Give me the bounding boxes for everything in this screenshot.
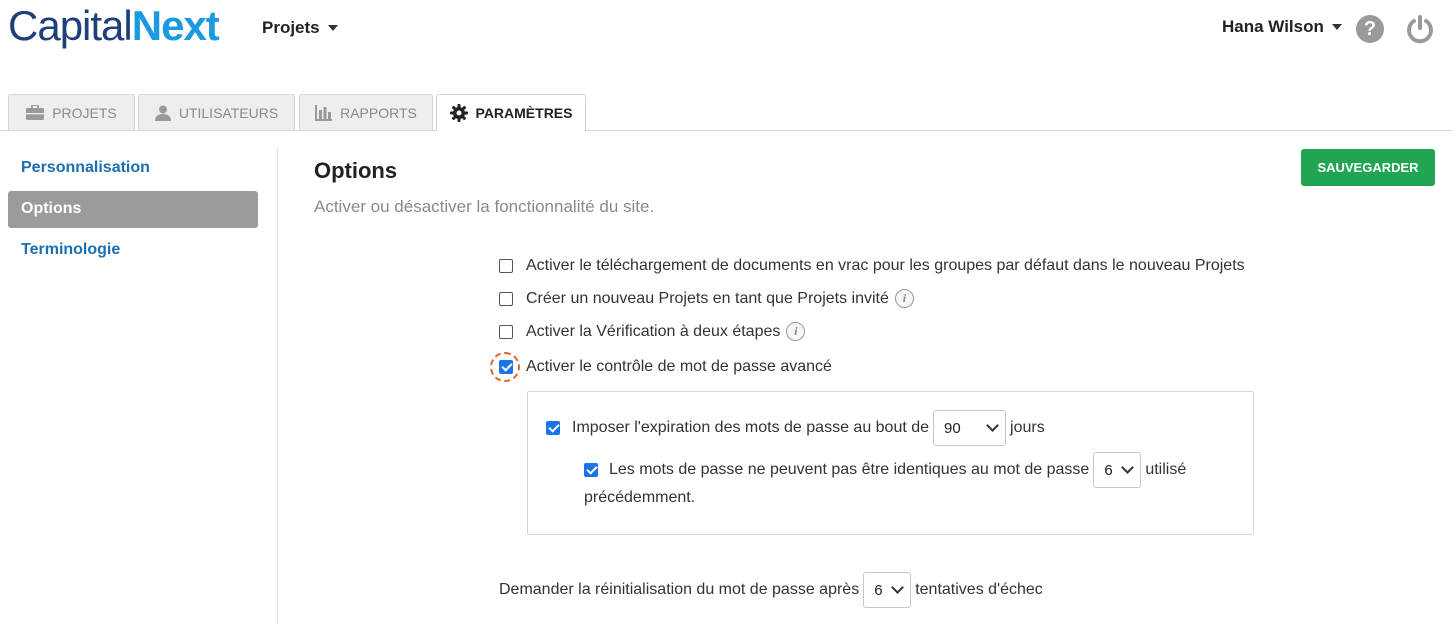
option-label: utilisé: [1145, 461, 1187, 478]
password-expiration-checkbox[interactable]: [546, 421, 560, 435]
info-icon[interactable]: i: [894, 289, 914, 308]
caret-down-icon: [1331, 24, 1342, 30]
sidebar-item-terminologie[interactable]: Terminologie: [8, 232, 258, 269]
sidebar-item-personnalisation[interactable]: Personnalisation: [8, 150, 258, 187]
help-icon[interactable]: ?: [1356, 15, 1384, 43]
tab-label: PARAMÈTRES: [475, 105, 573, 121]
settings-sidebar: Personnalisation Options Terminologie: [8, 150, 258, 273]
tab-label: RAPPORTS: [340, 104, 417, 121]
option-label: jours: [1010, 419, 1045, 436]
option-label: Les mots de passe ne peuvent pas être id…: [609, 461, 1090, 478]
tab-label: UTILISATEURS: [178, 104, 279, 121]
two-step-checkbox[interactable]: [499, 324, 513, 339]
page-title: Options: [314, 158, 398, 183]
chevron-down-icon: [1121, 461, 1135, 474]
main-tabs: PROJETS UTILISATEURS RAPPORTS PARAMÈTRES: [0, 94, 1452, 131]
select-value: 90: [944, 419, 961, 437]
expiration-days-select[interactable]: 90: [933, 410, 1007, 446]
option-label: Imposer l'expiration des mots de passe a…: [572, 419, 930, 436]
info-icon[interactable]: i: [786, 322, 806, 341]
select-value: 6: [874, 581, 883, 599]
failed-attempts-select[interactable]: 6: [863, 572, 912, 608]
tab-label: PROJETS: [52, 104, 117, 121]
option-guest-project: Créer un nouveau Projets en tant que Pro…: [499, 289, 914, 308]
tab-rapports[interactable]: RAPPORTS: [299, 94, 433, 130]
tab-utilisateurs[interactable]: UTILISATEURS: [138, 94, 295, 130]
option-advanced-password: Activer le contrôle de mot de passe avan…: [499, 358, 832, 376]
power-icon[interactable]: [1404, 13, 1436, 45]
chevron-down-icon: [986, 419, 999, 432]
sidebar-item-options[interactable]: Options: [8, 191, 258, 228]
option-password-history-line2: précédemment.: [584, 489, 696, 506]
option-label: Activer le contrôle de mot de passe avan…: [526, 358, 832, 375]
user-menu[interactable]: Hana Wilson: [1222, 17, 1342, 37]
chevron-down-icon: [891, 581, 905, 594]
bulk-upload-checkbox[interactable]: [499, 259, 513, 273]
projects-menu-label: Projets: [262, 18, 320, 37]
option-label: Créer un nouveau Projets en tant que Pro…: [526, 289, 889, 307]
tab-parametres[interactable]: PARAMÈTRES: [436, 94, 586, 131]
user-icon: [154, 105, 171, 121]
advanced-password-checkbox[interactable]: [499, 360, 513, 374]
option-password-history: Les mots de passe ne peuvent pas être id…: [584, 452, 1186, 488]
option-label: tentatives d'échec: [915, 581, 1043, 598]
option-two-step: Activer la Vérification à deux étapes i: [499, 322, 806, 341]
app-header: CapitalNext Projets Hana Wilson ?: [0, 0, 1452, 60]
caret-down-icon: [327, 25, 338, 31]
user-name: Hana Wilson: [1222, 17, 1324, 36]
history-count-select[interactable]: 6: [1093, 452, 1142, 488]
option-password-expiration: Imposer l'expiration des mots de passe a…: [546, 410, 1045, 446]
capitalnext-logo[interactable]: CapitalNext: [8, 2, 220, 50]
option-bulk-upload: Activer le téléchargement de documents e…: [499, 257, 1245, 275]
option-label: Activer la Vérification à deux étapes: [526, 322, 781, 340]
option-reset-after-failures: Demander la réinitialisation du mot de p…: [499, 572, 1043, 608]
sidebar-divider: [277, 148, 278, 624]
briefcase-icon: [26, 105, 45, 120]
option-label: Demander la réinitialisation du mot de p…: [499, 581, 860, 598]
page-subtitle: Activer ou désactiver la fonctionnalité …: [314, 197, 655, 216]
bar-chart-icon: [315, 104, 333, 121]
select-value: 6: [1104, 461, 1113, 479]
password-history-checkbox[interactable]: [584, 463, 598, 477]
tab-projets[interactable]: PROJETS: [8, 94, 135, 130]
gear-icon: [449, 104, 468, 122]
save-button[interactable]: SAUVEGARDER: [1301, 149, 1435, 186]
projects-menu[interactable]: Projets: [262, 18, 338, 38]
option-label: Activer le téléchargement de documents e…: [526, 257, 1245, 274]
guest-project-checkbox[interactable]: [499, 291, 513, 306]
